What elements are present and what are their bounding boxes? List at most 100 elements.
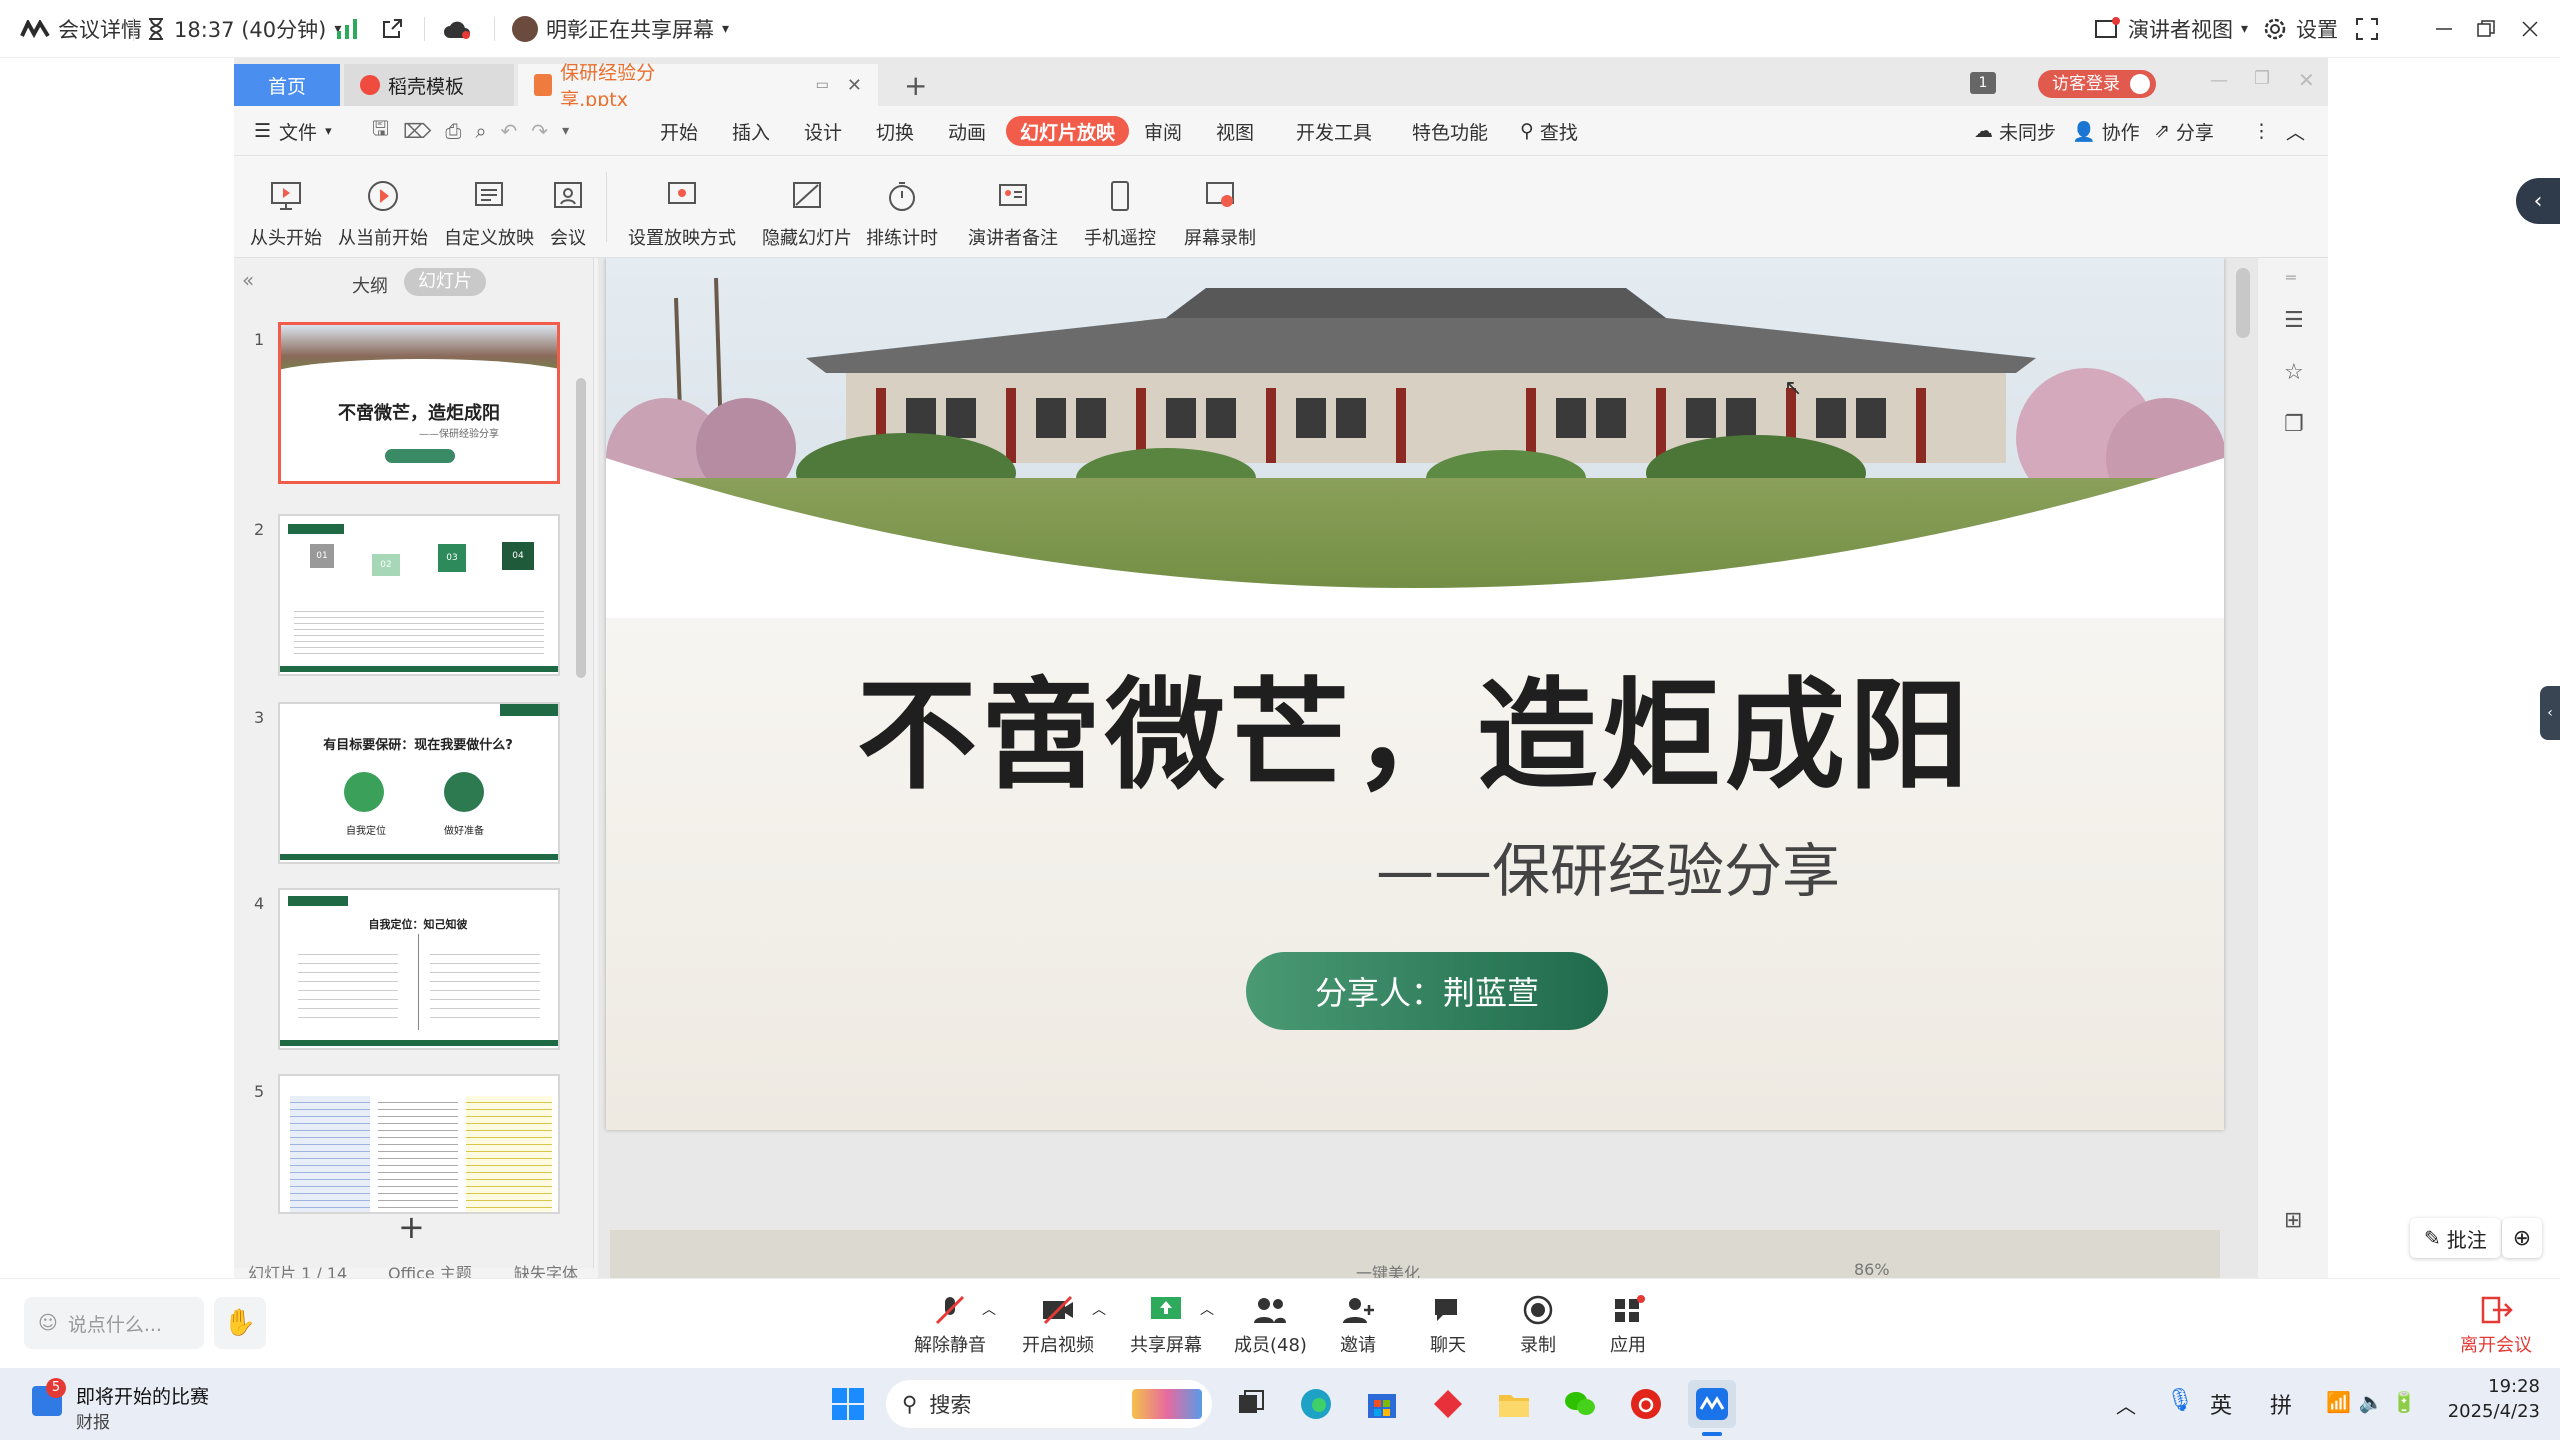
cloud-icon[interactable]: [442, 0, 472, 58]
slide-thumb-2[interactable]: 01 02 03 04: [278, 514, 560, 676]
collapse-ribbon-icon[interactable]: ︿: [2286, 106, 2305, 156]
menu-item-design[interactable]: 设计: [804, 106, 842, 156]
chevron-up-icon[interactable]: ︿: [982, 1299, 996, 1319]
wps-close-icon[interactable]: ✕: [2298, 68, 2315, 92]
file-explorer-icon[interactable]: [1490, 1380, 1538, 1428]
ime-mode[interactable]: 拼: [2270, 1388, 2292, 1420]
annotate-button[interactable]: ✎ 批注: [2410, 1218, 2501, 1258]
grid-view-icon[interactable]: ⊞: [2284, 1208, 2302, 1233]
print-icon[interactable]: ⎙: [445, 119, 461, 143]
meeting-details-button[interactable]: 会议详情: [20, 0, 142, 58]
redo-icon[interactable]: ↷: [531, 119, 548, 143]
meeting-ribbon-button[interactable]: 会议: [548, 162, 588, 250]
wps-app-icon[interactable]: [1424, 1380, 1472, 1428]
undo-icon[interactable]: ↶: [501, 119, 518, 143]
tray-expand-icon[interactable]: ︿: [2116, 1390, 2136, 1419]
setup-show-button[interactable]: 设置放映方式: [628, 162, 736, 250]
menu-item-slideshow[interactable]: 幻灯片放映: [1006, 116, 1130, 146]
meeting-app-icon[interactable]: [1688, 1380, 1736, 1428]
invite-button[interactable]: 邀请: [1340, 1295, 1376, 1357]
format-painter-icon[interactable]: ⌦: [403, 119, 431, 143]
star-icon[interactable]: ☆: [2284, 360, 2304, 385]
apps-button[interactable]: 应用: [1610, 1295, 1646, 1357]
meeting-timer[interactable]: 18:37 (40分钟) ▾: [146, 0, 341, 58]
windows-start-icon[interactable]: [824, 1380, 872, 1428]
slide-thumb-5[interactable]: [278, 1074, 560, 1214]
mic-icon[interactable]: 🎙: [2166, 1388, 2194, 1413]
sync-status[interactable]: ☁ 未同步: [1974, 106, 2056, 156]
slide-thumb-4[interactable]: 自我定位：知己知彼: [278, 888, 560, 1050]
add-slide-button[interactable]: +: [398, 1208, 425, 1246]
record-button[interactable]: 录制: [1520, 1295, 1556, 1357]
share-button[interactable]: ⇗ 分享: [2154, 106, 2214, 156]
print-preview-icon[interactable]: ⌕: [475, 119, 486, 143]
signal-icon[interactable]: [336, 0, 358, 58]
copy-icon[interactable]: ❐: [2284, 412, 2304, 437]
zoom-in-icon[interactable]: ⊕: [2502, 1218, 2542, 1258]
hide-slide-button[interactable]: 隐藏幻灯片: [762, 162, 852, 250]
file-menu[interactable]: ☰ 文件 ▾: [254, 106, 332, 156]
screen-record-button[interactable]: 屏幕录制: [1184, 162, 1256, 250]
menu-item-animation[interactable]: 动画: [948, 106, 986, 156]
chevron-up-icon[interactable]: ︿: [1200, 1299, 1214, 1319]
netease-music-icon[interactable]: [1622, 1380, 1670, 1428]
from-beginning-button[interactable]: 从头开始: [250, 162, 322, 250]
tab-file[interactable]: 保研经验分享.pptx ▭ ✕: [518, 62, 878, 111]
slide-thumb-1[interactable]: 不啻微芒，造炬成阳 ——保研经验分享: [278, 322, 560, 484]
chat-button[interactable]: 聊天: [1430, 1295, 1466, 1357]
menu-item-review[interactable]: 审阅: [1144, 106, 1182, 156]
slide-thumb-3[interactable]: 有目标要保研：现在我要做什么? 自我定位 做好准备: [278, 702, 560, 864]
panel-scrollbar[interactable]: [576, 378, 586, 678]
fullscreen-icon[interactable]: [2356, 0, 2378, 58]
share-screen-button[interactable]: 共享屏幕: [1130, 1295, 1202, 1357]
unmute-button[interactable]: 解除静音: [914, 1295, 986, 1357]
chevron-up-icon[interactable]: ︿: [1092, 1299, 1106, 1319]
task-view-icon[interactable]: [1226, 1380, 1274, 1428]
zoom-level[interactable]: 86%: [1854, 1260, 1890, 1279]
custom-show-button[interactable]: 自定义放映: [444, 162, 534, 250]
side-panel-toggle[interactable]: ‹: [2516, 178, 2560, 224]
ime-language[interactable]: 英: [2210, 1388, 2232, 1420]
window-count-badge[interactable]: 1: [1970, 72, 1996, 94]
popout-icon[interactable]: [380, 0, 404, 58]
minimize-icon[interactable]: [2434, 0, 2454, 58]
sharing-status[interactable]: 明彰正在共享屏幕 ▾: [512, 0, 729, 58]
members-button[interactable]: 成员(48): [1234, 1295, 1307, 1357]
edge-icon[interactable]: [1292, 1380, 1340, 1428]
new-tab-button[interactable]: +: [888, 64, 943, 106]
restore-icon[interactable]: [2476, 0, 2496, 58]
tab-close-icon[interactable]: ✕: [847, 75, 862, 96]
side-drawer-toggle[interactable]: ‹: [2540, 686, 2560, 740]
clock[interactable]: 19:28 2025/4/23: [2440, 1376, 2540, 1422]
search-button[interactable]: ⚲ 查找: [1520, 106, 1578, 156]
from-current-button[interactable]: 从当前开始: [338, 162, 428, 250]
outline-tab[interactable]: 大纲: [352, 272, 388, 298]
tab-home[interactable]: 首页: [234, 64, 340, 106]
phone-remote-button[interactable]: 手机遥控: [1084, 162, 1156, 250]
system-tray-icons[interactable]: 📶🔈🔋: [2326, 1390, 2425, 1414]
speaker-notes-button[interactable]: 演讲者备注: [968, 162, 1058, 250]
taskbar-search[interactable]: ⚲ 搜索: [886, 1380, 1212, 1428]
slides-tab[interactable]: 幻灯片: [404, 268, 486, 296]
start-video-button[interactable]: 开启视频: [1022, 1295, 1094, 1357]
close-icon[interactable]: [2520, 0, 2540, 58]
tab-template[interactable]: 稻壳模板: [344, 64, 514, 106]
visitor-login-button[interactable]: 访客登录: [2038, 70, 2156, 98]
customize-icon[interactable]: ▾: [562, 123, 569, 139]
window-icon[interactable]: ▭: [816, 77, 829, 93]
chat-input[interactable]: ☺ 说点什么...: [24, 1297, 204, 1349]
menu-item-start[interactable]: 开始: [660, 106, 698, 156]
canvas-scrollbar[interactable]: [2236, 268, 2250, 338]
save-icon[interactable]: 🖫: [372, 114, 389, 148]
menu-item-devtools[interactable]: 开发工具: [1296, 106, 1372, 156]
rehearse-timing-button[interactable]: 排练计时: [866, 162, 938, 250]
menu-item-features[interactable]: 特色功能: [1412, 106, 1488, 156]
menu-item-insert[interactable]: 插入: [732, 106, 770, 156]
wps-restore-icon[interactable]: ❐: [2254, 68, 2270, 89]
sliders-icon[interactable]: ☰: [2284, 308, 2304, 333]
more-icon[interactable]: ⋮: [2252, 106, 2271, 156]
wechat-icon[interactable]: [1556, 1380, 1604, 1428]
menu-item-view[interactable]: 视图: [1216, 106, 1254, 156]
raise-hand-button[interactable]: ✋: [214, 1297, 266, 1349]
news-widget[interactable]: 5 即将开始的比赛 财报: [24, 1376, 264, 1433]
